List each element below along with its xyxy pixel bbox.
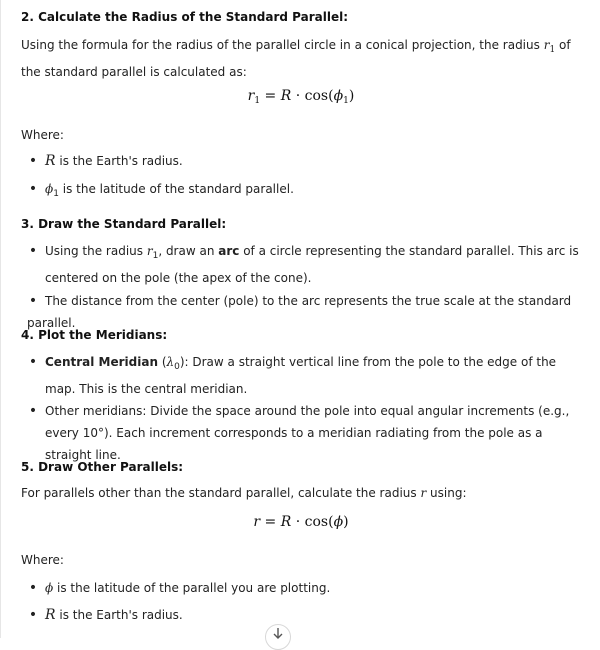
- step-3-heading: 3. Draw the Standard Parallel:: [21, 217, 227, 231]
- formula-standard-parallel-radius: r1 = R · cos(ϕ1): [1, 88, 600, 106]
- bullet-icon: •: [28, 243, 38, 259]
- list-item-text-a: Using the radius: [45, 244, 147, 258]
- step-2-heading: 2. Calculate the Radius of the Standard …: [21, 10, 349, 24]
- list-item: • R is the Earth's radius.: [27, 150, 581, 172]
- list-item: • Central Meridian (λ0): Draw a straight…: [27, 351, 581, 400]
- list-item-description: is the latitude of the standard parallel…: [58, 182, 294, 196]
- list-item-description: is the latitude of the parallel you are …: [53, 581, 331, 595]
- bullet-icon: •: [28, 293, 38, 309]
- list-item-text: The distance from the center (pole) to t…: [27, 294, 572, 330]
- arrow-down-icon: [273, 628, 283, 639]
- formula-phi: ϕ: [333, 514, 344, 530]
- bullet-icon: •: [28, 153, 38, 169]
- list-item-text-b: , draw an: [158, 244, 219, 258]
- list-item-text: Using the radius r1, draw an arc of a ci…: [45, 240, 581, 289]
- bullet-icon: •: [28, 181, 38, 197]
- formula-earth-radius: R: [280, 88, 292, 104]
- list-item-text: ϕ1 is the latitude of the standard paral…: [45, 182, 294, 199]
- list-item: • R is the Earth's radius.: [27, 604, 581, 626]
- formula-close-paren: ): [343, 514, 349, 530]
- formula-cos: cos: [304, 88, 329, 104]
- formula-equals: =: [260, 88, 281, 104]
- formula-close-paren: ): [348, 88, 355, 104]
- symbol-phi: ϕ: [45, 581, 54, 595]
- list-item-text-a: (: [158, 355, 167, 369]
- step-2-intro: Using the formula for the radius of the …: [21, 34, 581, 83]
- scroll-down-button[interactable]: [265, 624, 291, 650]
- symbol-phi: ϕ: [45, 182, 54, 196]
- formula-multiply: ·: [291, 88, 305, 104]
- symbol-earth-radius: R: [45, 607, 56, 623]
- formula-cos: cos: [304, 514, 329, 530]
- step-2-where-label: Where:: [21, 128, 64, 142]
- formula-phi: ϕ: [333, 88, 344, 104]
- step-2-intro-text-a: Using the formula for the radius of the …: [21, 38, 544, 52]
- list-item: • ϕ1 is the latitude of the standard par…: [27, 178, 581, 205]
- step-5-intro-text-a: For parallels other than the standard pa…: [21, 486, 421, 500]
- list-item-text: Central Meridian (λ0): Draw a straight v…: [45, 351, 581, 400]
- bullet-icon: •: [28, 607, 38, 623]
- list-item-description: is the Earth's radius.: [55, 154, 183, 168]
- radius-r1-symbol: r1: [544, 38, 555, 55]
- formula-earth-radius: R: [280, 514, 292, 530]
- step-5-intro: For parallels other than the standard pa…: [21, 482, 581, 504]
- symbol-lambda: λ: [166, 355, 175, 369]
- list-item-text: R is the Earth's radius.: [45, 607, 183, 623]
- list-item-text: R is the Earth's radius.: [45, 153, 183, 169]
- list-item-description: is the Earth's radius.: [55, 608, 183, 622]
- formula-equals: =: [260, 514, 281, 530]
- bullet-icon: •: [28, 354, 38, 370]
- step-5-intro-text-b: using:: [426, 486, 467, 500]
- bullet-icon: •: [28, 403, 38, 419]
- formula-multiply: ·: [291, 514, 305, 530]
- emphasis-central-meridian: Central Meridian: [45, 355, 158, 369]
- step-5-heading: 5. Draw Other Parallels:: [21, 460, 184, 474]
- symbol-earth-radius: R: [45, 153, 56, 169]
- formula-parallel-radius: r = R · cos(ϕ): [1, 514, 600, 530]
- bullet-icon: •: [28, 580, 38, 596]
- list-item: • Using the radius r1, draw an arc of a …: [27, 240, 581, 289]
- list-item: • ϕ is the latitude of the parallel you …: [27, 577, 581, 599]
- document-body: 2. Calculate the Radius of the Standard …: [0, 0, 600, 650]
- emphasis-arc: arc: [218, 244, 240, 258]
- step-4-heading: 4. Plot the Meridians:: [21, 328, 168, 342]
- list-item-text: Other meridians: Divide the space around…: [45, 404, 570, 462]
- list-item-text: ϕ is the latitude of the parallel you ar…: [45, 581, 330, 595]
- step-5-where-label: Where:: [21, 553, 64, 567]
- list-item: • Other meridians: Divide the space arou…: [27, 400, 581, 466]
